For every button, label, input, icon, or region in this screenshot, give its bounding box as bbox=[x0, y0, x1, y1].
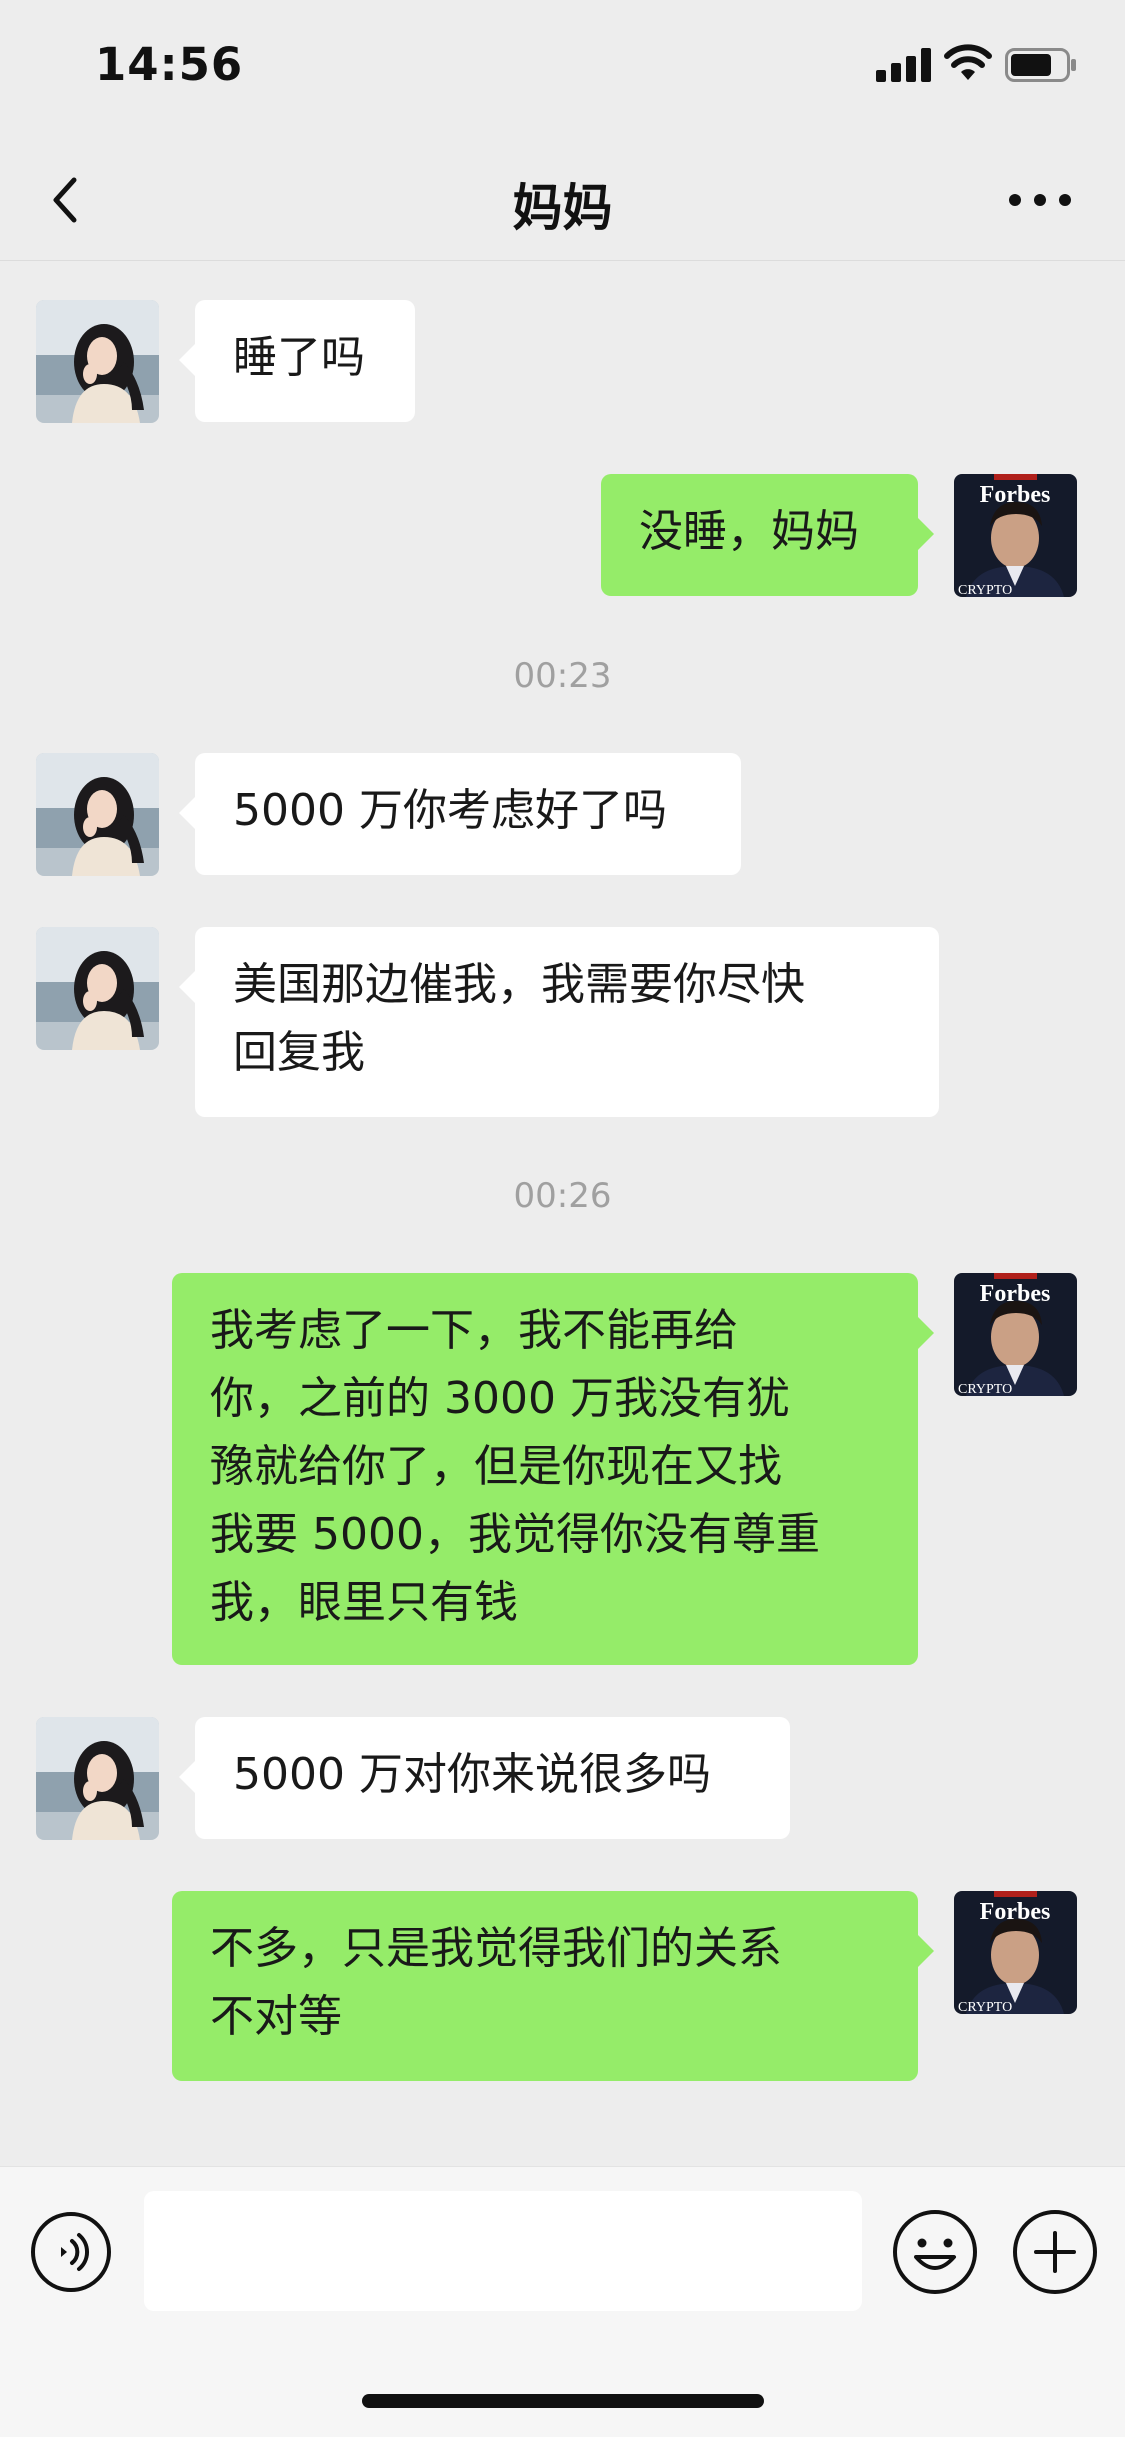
nav-bar: 妈妈 bbox=[0, 140, 1125, 261]
outgoing-message-bubble[interactable]: 我考虑了一下，我不能再给 你，之前的 3000 万我没有犹 豫就给你了，但是你现… bbox=[172, 1273, 918, 1665]
contact-avatar[interactable] bbox=[36, 1717, 159, 1840]
signal-icon bbox=[876, 48, 931, 82]
svg-text:CRYPTO: CRYPTO bbox=[958, 2000, 1012, 2014]
plus-button[interactable] bbox=[1012, 2209, 1098, 2295]
emoji-button[interactable] bbox=[892, 2209, 978, 2295]
bubble-tail bbox=[179, 1761, 195, 1793]
chat-timestamp: 00:23 bbox=[513, 656, 612, 696]
bubble-tail bbox=[918, 1317, 934, 1349]
wifi-icon bbox=[944, 44, 992, 80]
contact-avatar[interactable] bbox=[36, 300, 159, 423]
status-bar: 14:56 bbox=[0, 0, 1125, 140]
bubble-tail bbox=[179, 797, 195, 829]
status-time: 14:56 bbox=[95, 38, 244, 91]
message-input[interactable] bbox=[144, 2191, 862, 2311]
chat-title: 妈妈 bbox=[512, 179, 613, 237]
incoming-message-bubble[interactable]: 5000 万你考虑好了吗 bbox=[195, 753, 741, 875]
outgoing-message-bubble[interactable]: 没睡，妈妈 bbox=[601, 474, 918, 596]
chat-timestamp: 00:26 bbox=[513, 1176, 612, 1216]
incoming-message-bubble[interactable]: 5000 万对你来说很多吗 bbox=[195, 1717, 790, 1839]
svg-text:CRYPTO: CRYPTO bbox=[958, 1382, 1012, 1396]
bubble-tail bbox=[918, 518, 934, 550]
svg-text:Forbes: Forbes bbox=[980, 1899, 1051, 1925]
svg-text:CRYPTO: CRYPTO bbox=[958, 583, 1012, 597]
more-icon[interactable] bbox=[1005, 170, 1075, 230]
incoming-message-bubble[interactable]: 美国那边催我，我需要你尽快 回复我 bbox=[195, 927, 939, 1117]
bubble-tail bbox=[918, 1935, 934, 1967]
bubble-tail bbox=[179, 971, 195, 1003]
voice-button[interactable] bbox=[30, 2211, 112, 2293]
my-avatar[interactable]: Forbes CRYPTO bbox=[954, 474, 1077, 597]
contact-avatar[interactable] bbox=[36, 753, 159, 876]
home-indicator bbox=[362, 2394, 764, 2408]
svg-text:Forbes: Forbes bbox=[980, 1281, 1051, 1307]
contact-avatar[interactable] bbox=[36, 927, 159, 1050]
outgoing-message-bubble[interactable]: 不多，只是我觉得我们的关系 不对等 bbox=[172, 1891, 918, 2081]
battery-icon bbox=[1005, 48, 1076, 82]
bubble-tail bbox=[179, 344, 195, 376]
my-avatar[interactable]: Forbes CRYPTO bbox=[954, 1891, 1077, 2014]
svg-text:Forbes: Forbes bbox=[980, 482, 1051, 508]
my-avatar[interactable]: Forbes CRYPTO bbox=[954, 1273, 1077, 1396]
incoming-message-bubble[interactable]: 睡了吗 bbox=[195, 300, 415, 422]
